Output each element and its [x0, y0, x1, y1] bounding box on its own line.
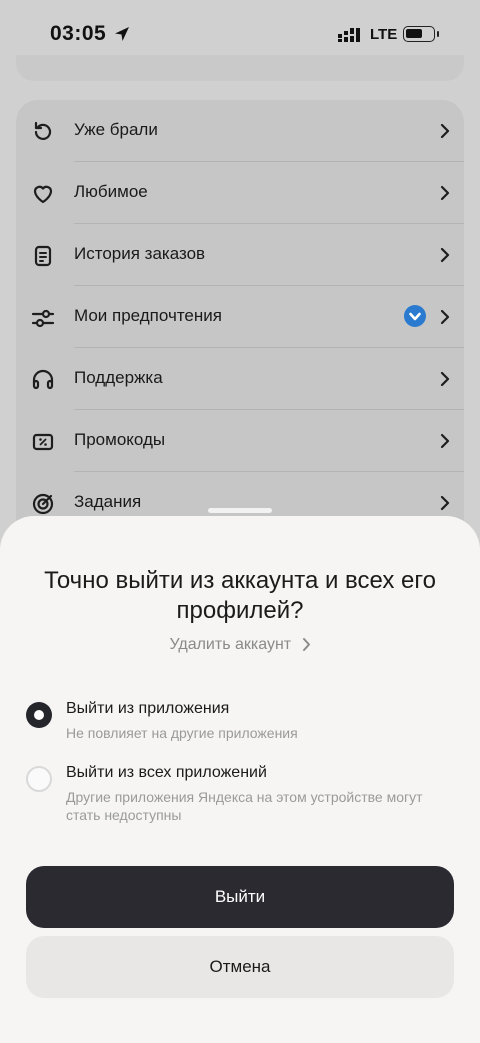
headset-icon [32, 369, 54, 390]
logout-button[interactable]: Выйти [26, 866, 454, 928]
menu-item-already-ordered[interactable]: Уже брали [16, 100, 464, 162]
chevron-right-icon [302, 638, 310, 652]
sliders-icon [31, 309, 55, 328]
chevron-right-icon [440, 123, 450, 139]
heart-icon [33, 185, 53, 204]
chevron-right-icon [440, 247, 450, 263]
menu-item-label: Любимое [74, 182, 148, 201]
sheet-title: Точно выйти из аккаунта и всех его профи… [44, 567, 436, 624]
menu-item-preferences[interactable]: Мои предпочтения [16, 286, 464, 348]
option-subtitle: Не повлияет на другие приложения [66, 725, 298, 741]
chevron-right-icon [440, 495, 450, 511]
radio-button-unselected[interactable] [26, 766, 52, 792]
chevron-right-icon [440, 185, 450, 201]
target-icon [32, 493, 54, 515]
menu-item-support[interactable]: Поддержка [16, 348, 464, 410]
menu-item-favorites[interactable]: Любимое [16, 162, 464, 224]
battery-icon [403, 26, 439, 42]
promo-icon [32, 433, 54, 451]
signal-icon [338, 28, 360, 42]
chevron-right-icon [440, 371, 450, 387]
menu-item-label: Мои предпочтения [74, 306, 222, 325]
option-title: Выйти из приложения [66, 700, 230, 717]
option-subtitle: Другие приложения Яндекса на этом устрой… [66, 789, 423, 823]
receipt-icon [34, 245, 52, 267]
history-icon [34, 121, 52, 140]
menu-item-label: Промокоды [74, 430, 166, 449]
delete-account-label: Удалить аккаунт [169, 636, 292, 653]
cancel-button[interactable]: Отмена [26, 936, 454, 998]
profile-card-edge [16, 55, 464, 81]
menu-item-order-history[interactable]: История заказов [16, 224, 464, 286]
sheet-drag-handle[interactable] [208, 508, 272, 513]
chevron-right-icon [440, 309, 450, 325]
check-badge-icon [404, 305, 426, 327]
chevron-right-icon [440, 433, 450, 449]
network-type: LTE [370, 26, 398, 43]
option-title: Выйти из всех приложений [66, 764, 267, 781]
location-arrow-icon [115, 27, 129, 41]
status-time: 03:05 [50, 22, 107, 45]
menu-item-label: Поддержка [74, 368, 163, 387]
radio-button-selected[interactable] [26, 702, 52, 728]
delete-account-link[interactable]: Удалить аккаунт [0, 636, 480, 654]
menu-item-label: Задания [74, 492, 142, 511]
menu-item-label: История заказов [74, 244, 206, 263]
menu-item-label: Уже брали [74, 120, 158, 139]
menu-item-promocodes[interactable]: Промокоды [16, 410, 464, 472]
logout-bottom-sheet: Точно выйти из аккаунта и всех его профи… [0, 516, 480, 1043]
